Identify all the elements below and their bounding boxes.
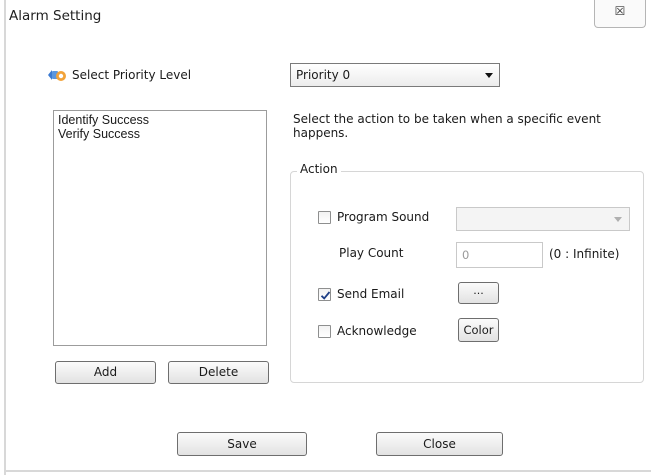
list-item[interactable]: Verify Success [58,127,262,141]
window-title: Alarm Setting [9,8,102,24]
close-window-button[interactable]: ☒ [594,0,646,28]
check-icon [320,291,331,300]
window-bottom-border [4,470,651,472]
send-email-label: Send Email [337,287,405,301]
priority-level-label: Select Priority Level [72,68,192,82]
chevron-down-icon [614,217,622,222]
alarm-setting-dialog: Alarm Setting ☒ Select Priority Level Pr… [0,0,651,475]
email-settings-button[interactable]: ... [458,282,499,304]
program-sound-select[interactable] [456,207,630,231]
event-list[interactable]: Identify Success Verify Success [53,110,267,346]
close-button[interactable]: Close [376,432,503,456]
priority-dropdown[interactable]: Priority 0 [290,63,500,87]
send-email-checkbox[interactable] [318,288,331,301]
play-count-label: Play Count [339,246,404,260]
action-group-label: Action [297,162,341,176]
program-sound-label: Program Sound [337,210,430,224]
play-count-hint: (0 : Infinite) [549,247,620,261]
instruction-text: Select the action to be taken when a spe… [293,112,601,140]
acknowledge-label: Acknowledge [337,324,417,338]
play-count-field[interactable]: 0 [456,242,543,268]
close-icon: ☒ [614,4,626,18]
priority-level-icon [46,67,68,83]
window-left-border [4,0,6,475]
list-item[interactable]: Identify Success [58,113,262,127]
delete-button[interactable]: Delete [168,361,269,384]
color-button[interactable]: Color [458,318,499,342]
add-button[interactable]: Add [55,361,156,384]
priority-dropdown-value: Priority 0 [296,68,351,82]
program-sound-checkbox[interactable] [318,211,331,224]
action-group [290,171,644,383]
acknowledge-checkbox[interactable] [318,325,331,338]
chevron-down-icon [485,73,493,78]
save-button[interactable]: Save [177,432,307,456]
